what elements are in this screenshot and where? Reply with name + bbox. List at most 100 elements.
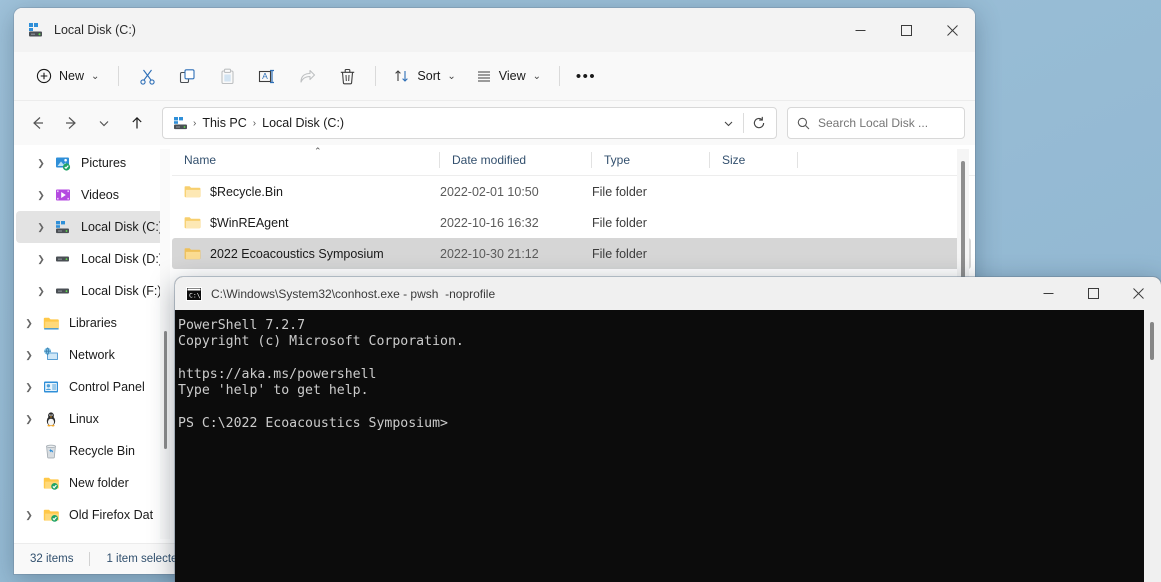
address-dropdown-button[interactable] bbox=[715, 111, 741, 135]
status-divider bbox=[89, 552, 91, 566]
svg-text:A: A bbox=[263, 71, 269, 81]
console-icon: C:\ bbox=[186, 286, 202, 301]
cut-icon bbox=[139, 68, 156, 85]
share-button[interactable] bbox=[288, 60, 326, 92]
chevron-right-icon[interactable]: ❯ bbox=[18, 382, 40, 393]
powershell-title-group: C:\ C:\Windows\System32\conhost.exe - pw… bbox=[175, 286, 496, 301]
new-button[interactable]: New ⌄ bbox=[28, 60, 109, 92]
search-box[interactable] bbox=[787, 107, 965, 139]
recent-locations-button[interactable] bbox=[88, 108, 119, 138]
sort-button[interactable]: Sort ⌄ bbox=[385, 60, 464, 92]
file-name-label: 2022 Ecoacoustics Symposium bbox=[210, 246, 384, 261]
sidebar-item-libraries[interactable]: ❯ Libraries bbox=[16, 307, 168, 339]
sidebar-item-label: Local Disk (F:) bbox=[81, 284, 162, 298]
folder-icon bbox=[184, 247, 201, 261]
file-name-cell: 2022 Ecoacoustics Symposium bbox=[172, 247, 440, 261]
sidebar-item-new-folder[interactable]: ❯ New folder bbox=[16, 467, 168, 499]
powershell-title-text: C:\Windows\System32\conhost.exe - pwsh -… bbox=[211, 286, 496, 301]
address-bar[interactable]: › This PC › Local Disk (C:) bbox=[162, 107, 777, 139]
chevron-right-icon[interactable]: ❯ bbox=[30, 158, 52, 169]
minimize-button[interactable] bbox=[837, 8, 883, 52]
sidebar-item-control-panel[interactable]: ❯ Control Panel bbox=[16, 371, 168, 403]
copy-button[interactable] bbox=[168, 60, 206, 92]
sidebar-item-local-disk-f[interactable]: ❯ Local Disk (F:) bbox=[16, 275, 168, 307]
minimize-button[interactable] bbox=[1026, 277, 1071, 310]
chevron-right-icon[interactable]: ❯ bbox=[18, 414, 40, 425]
sidebar-item-label: Videos bbox=[81, 188, 119, 202]
sidebar-item-local-disk-c[interactable]: ❯ Local Disk (C:) bbox=[16, 211, 168, 243]
maximize-button[interactable] bbox=[883, 8, 929, 52]
cut-button[interactable] bbox=[128, 60, 166, 92]
file-date-cell: 2022-10-30 21:12 bbox=[440, 246, 539, 261]
sidebar-item-videos[interactable]: ❯ Videos bbox=[16, 179, 168, 211]
maximize-button[interactable] bbox=[1071, 277, 1116, 310]
column-header-name[interactable]: Name ⌃ bbox=[172, 145, 440, 175]
sidebar-item-label: Pictures bbox=[81, 156, 127, 170]
more-options-button[interactable]: ••• bbox=[569, 60, 603, 92]
sidebar-item-recycle-bin[interactable]: ❯ Recycle Bin bbox=[16, 435, 168, 467]
powershell-window: C:\ C:\Windows\System32\conhost.exe - pw… bbox=[175, 277, 1161, 582]
navigation-pane: ❯ Pictures ❯ Videos ❯ Local Disk (C:) ❯ … bbox=[14, 145, 172, 543]
control-panel-icon bbox=[40, 379, 62, 395]
chevron-right-icon[interactable]: ❯ bbox=[18, 318, 40, 329]
refresh-button[interactable] bbox=[746, 111, 772, 135]
file-list-scrollbar-thumb[interactable] bbox=[961, 161, 965, 279]
navpane-scrollbar-thumb[interactable] bbox=[164, 331, 167, 449]
local-disk-icon bbox=[28, 22, 44, 38]
up-button[interactable] bbox=[121, 108, 152, 138]
table-row[interactable]: $WinREAgent 2022-10-16 16:32 File folder bbox=[172, 207, 971, 238]
selection-count-label: 1 item selected bbox=[106, 553, 184, 565]
local-disk-icon bbox=[52, 219, 74, 235]
sort-icon bbox=[394, 68, 410, 84]
sidebar-item-old-firefox-data[interactable]: ❯ Old Firefox Dat bbox=[16, 499, 168, 531]
sort-button-label: Sort bbox=[417, 69, 441, 83]
sidebar-item-network[interactable]: ❯ Network bbox=[16, 339, 168, 371]
toolbar-divider bbox=[118, 66, 120, 86]
column-header-size[interactable]: Size bbox=[710, 145, 798, 175]
sidebar-item-label: Recycle Bin bbox=[69, 444, 135, 458]
delete-icon bbox=[339, 68, 356, 85]
local-disk-icon bbox=[173, 115, 189, 131]
sidebar-item-label: Libraries bbox=[69, 316, 117, 330]
breadcrumb-local-disk-c[interactable]: Local Disk (C:) bbox=[257, 112, 349, 134]
sidebar-item-linux[interactable]: ❯ Linux bbox=[16, 403, 168, 435]
table-row[interactable]: $Recycle.Bin 2022-02-01 10:50 File folde… bbox=[172, 176, 971, 207]
close-button[interactable] bbox=[929, 8, 975, 52]
videos-icon bbox=[52, 187, 74, 203]
column-header-type[interactable]: Type bbox=[592, 145, 710, 175]
sidebar-item-pictures[interactable]: ❯ Pictures bbox=[16, 147, 168, 179]
chevron-down-icon: ⌄ bbox=[91, 70, 100, 82]
new-button-label: New bbox=[59, 69, 85, 83]
paste-button[interactable] bbox=[208, 60, 246, 92]
copy-icon bbox=[179, 68, 196, 85]
search-icon bbox=[797, 117, 810, 130]
navpane-scrollbar[interactable] bbox=[160, 149, 170, 539]
chevron-right-icon[interactable]: ❯ bbox=[30, 286, 52, 297]
column-header-date-modified[interactable]: Date modified bbox=[440, 145, 592, 175]
file-list-column-headers: Name ⌃ Date modified Type Size bbox=[172, 145, 975, 176]
breadcrumb-this-pc[interactable]: This PC bbox=[197, 112, 251, 134]
chevron-right-icon[interactable]: ❯ bbox=[30, 190, 52, 201]
search-input[interactable] bbox=[818, 116, 955, 130]
powershell-console-area[interactable]: PowerShell 7.2.7 Copyright (c) Microsoft… bbox=[175, 310, 1161, 582]
sidebar-item-local-disk-d[interactable]: ❯ Local Disk (D:) bbox=[16, 243, 168, 275]
sidebar-item-label: Old Firefox Dat bbox=[69, 508, 154, 522]
delete-button[interactable] bbox=[328, 60, 366, 92]
synced-folder-icon bbox=[40, 508, 62, 523]
chevron-right-icon[interactable]: ❯ bbox=[30, 222, 52, 233]
chevron-right-icon[interactable]: ❯ bbox=[18, 350, 40, 361]
explorer-titlebar: Local Disk (C:) bbox=[14, 8, 975, 52]
view-button[interactable]: View ⌄ bbox=[467, 60, 550, 92]
powershell-scrollbar[interactable] bbox=[1144, 310, 1161, 582]
close-button[interactable] bbox=[1116, 277, 1161, 310]
sort-ascending-icon: ⌃ bbox=[314, 146, 322, 156]
table-row[interactable]: 2022 Ecoacoustics Symposium 2022-10-30 2… bbox=[172, 238, 971, 269]
file-type-cell: File folder bbox=[592, 246, 647, 261]
synced-folder-icon bbox=[40, 476, 62, 491]
powershell-scrollbar-thumb[interactable] bbox=[1150, 322, 1154, 360]
chevron-right-icon[interactable]: ❯ bbox=[18, 510, 40, 521]
forward-button[interactable] bbox=[55, 108, 86, 138]
rename-button[interactable]: A bbox=[248, 60, 286, 92]
chevron-right-icon[interactable]: ❯ bbox=[30, 254, 52, 265]
back-button[interactable] bbox=[22, 108, 53, 138]
